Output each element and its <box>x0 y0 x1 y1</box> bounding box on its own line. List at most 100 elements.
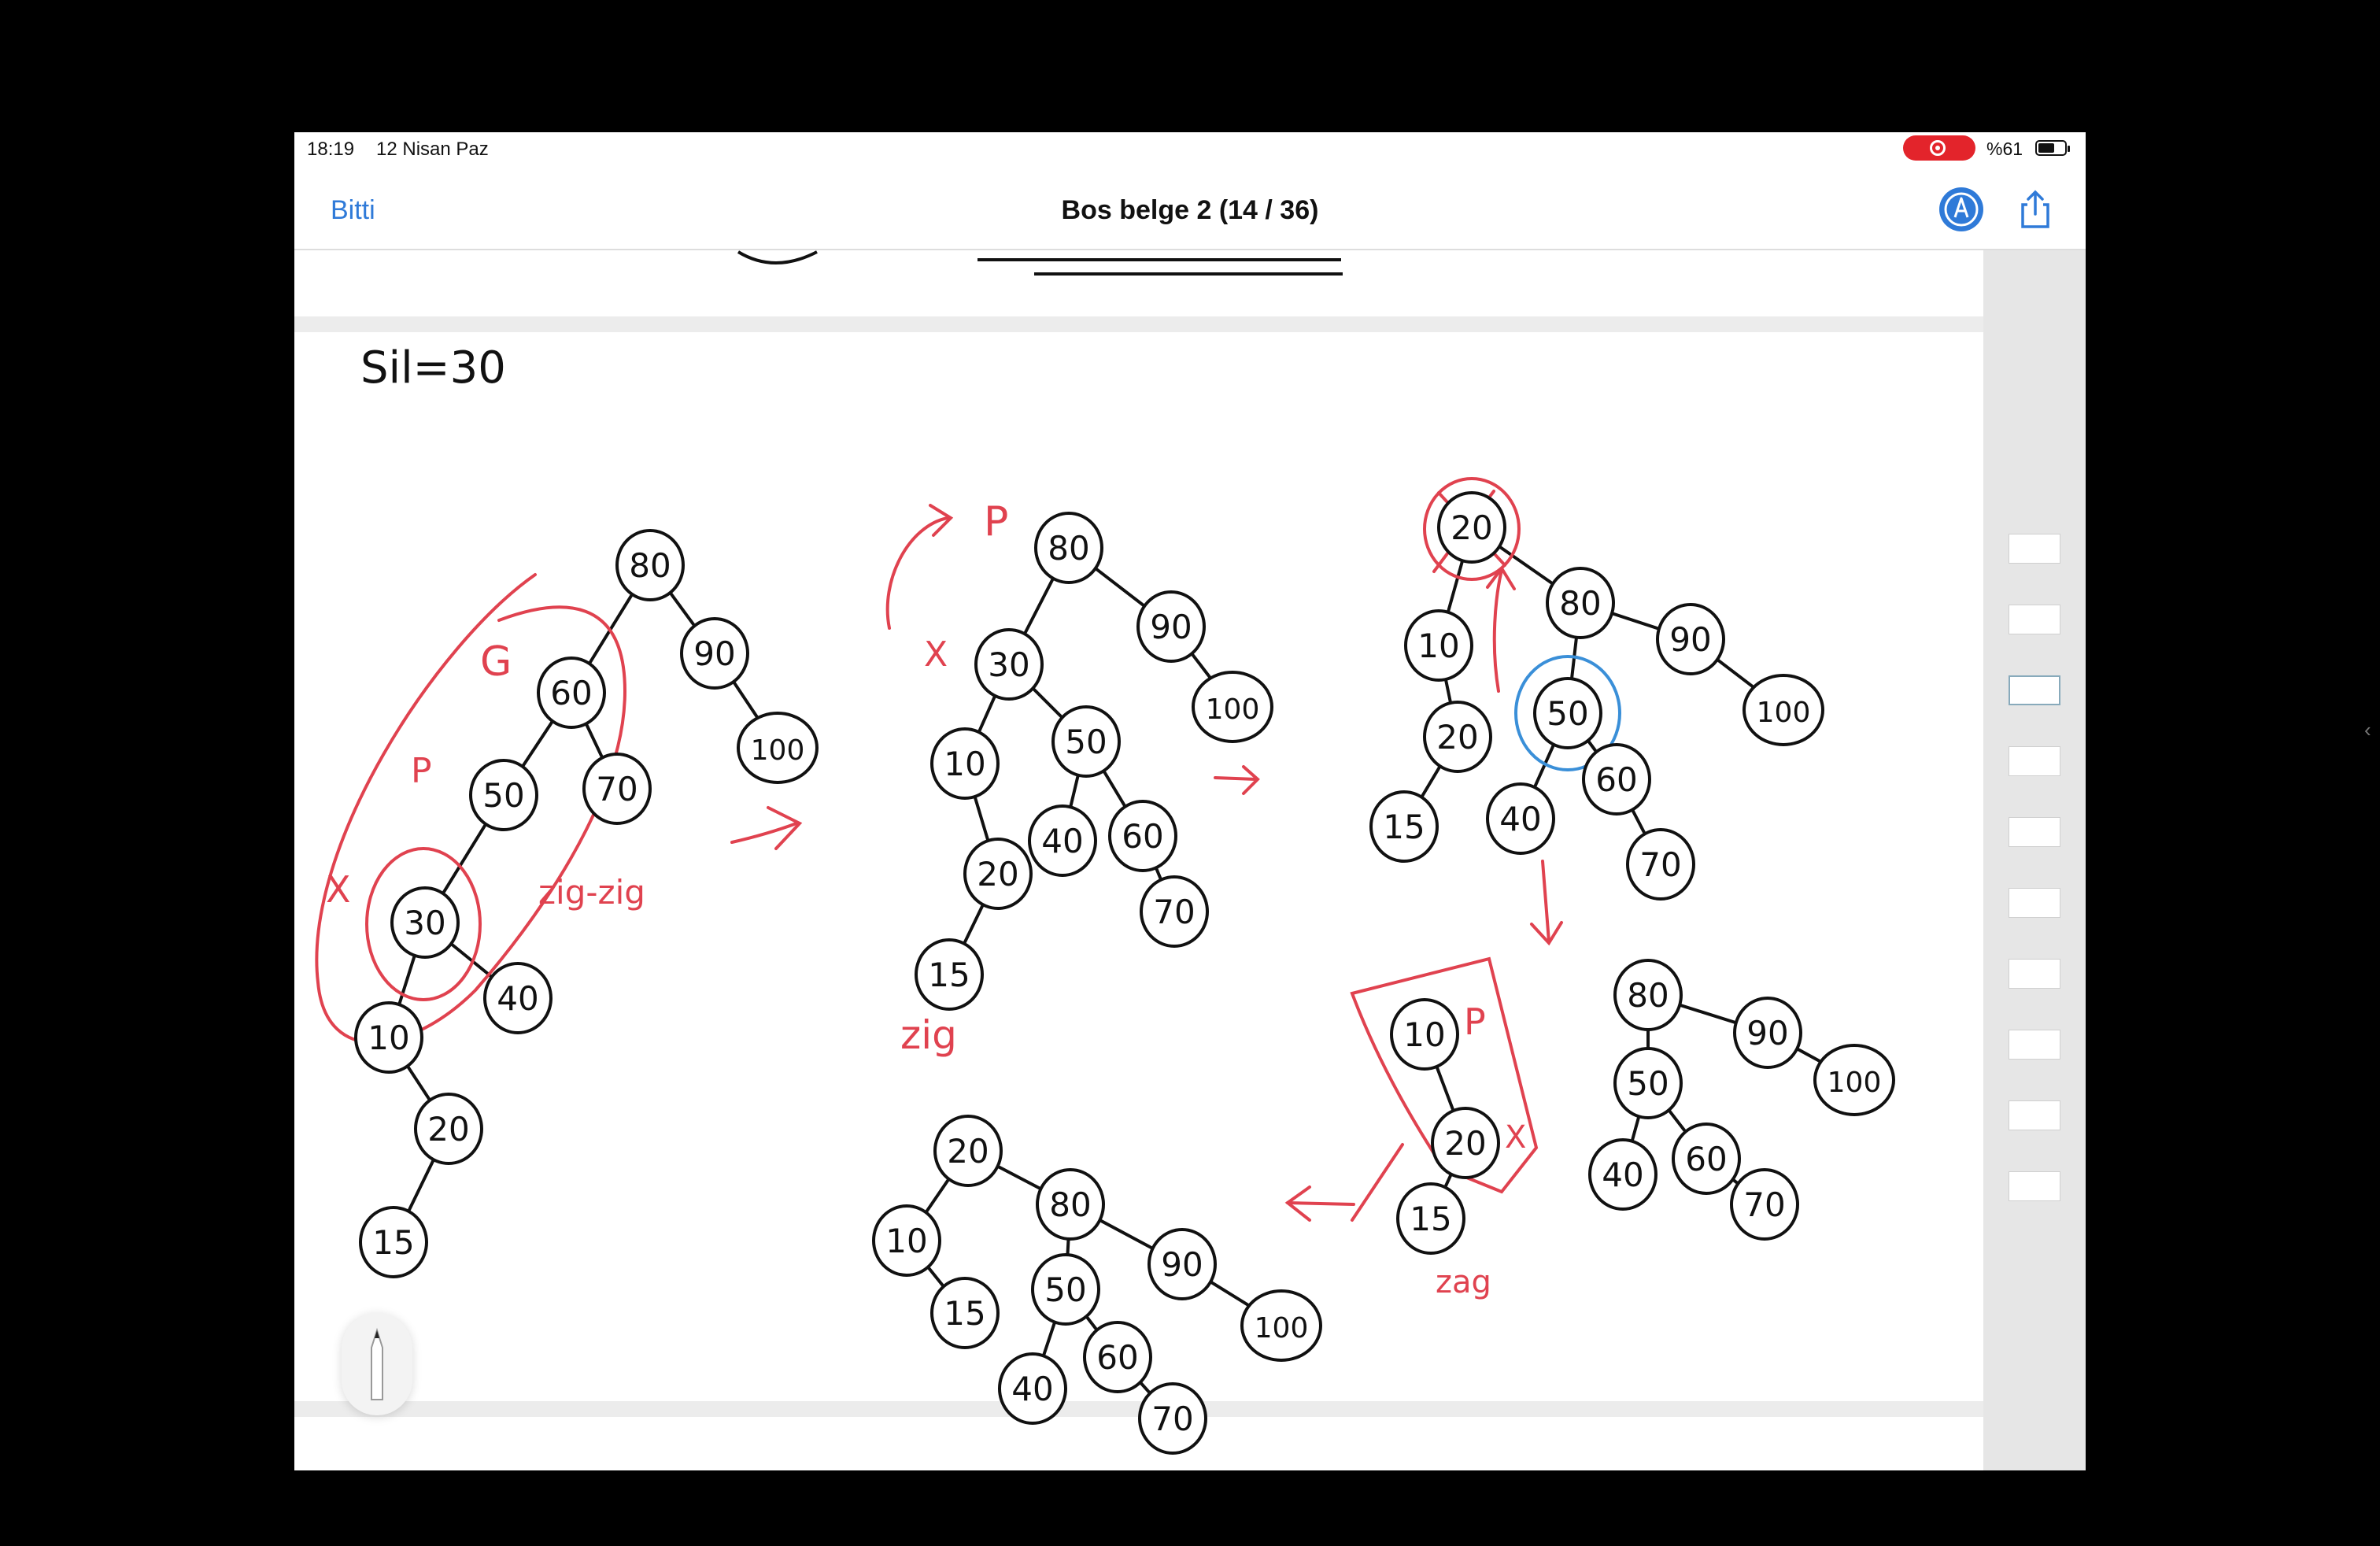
tree-node-value: 90 <box>1150 608 1192 646</box>
status-time: 18:19 <box>307 139 355 160</box>
page-thumbnail[interactable] <box>2009 817 2060 847</box>
tree-node-value: 100 <box>1255 1312 1309 1344</box>
annotation-label: G <box>480 638 512 686</box>
battery-icon <box>2035 140 2070 156</box>
tree-node-value: 10 <box>1417 627 1459 665</box>
ipad-screen: 18:19 12 Nisan Paz %61 Bitti Bos belge 2… <box>294 132 2086 1470</box>
annotation-label: zig-zig <box>538 873 645 912</box>
tree-node-value: 70 <box>1639 845 1681 884</box>
tree-node-value: 90 <box>693 634 735 673</box>
tree-node-value: 50 <box>1044 1270 1086 1309</box>
tree-node-value: 50 <box>1547 694 1588 733</box>
tree-node-value: 70 <box>1151 1400 1193 1438</box>
annotation-label: P <box>1464 1000 1486 1043</box>
document-canvas[interactable]: Sil=30 G P Xzig-zig P Xzig P Xzag 80 60 90 100 50 7… <box>294 250 1983 1470</box>
pencil-tool[interactable] <box>342 1313 412 1415</box>
tree-node-value: 60 <box>1595 760 1637 799</box>
tree-node-value: 60 <box>1685 1140 1727 1178</box>
tree-node-value: 30 <box>404 904 445 942</box>
markup-button[interactable] <box>1939 187 1983 231</box>
annotation-stroke <box>1214 776 1258 781</box>
tree-node-value: 80 <box>1049 1185 1091 1224</box>
tree-node-value: 100 <box>1757 697 1811 729</box>
tree-node-value: 50 <box>1627 1064 1669 1103</box>
tree-node-value: 100 <box>1828 1067 1882 1099</box>
nav-bar: Bitti Bos belge 2 (14 / 36) <box>294 164 2086 250</box>
tree-node-value: 40 <box>497 979 538 1018</box>
tree-node-value: 100 <box>751 734 805 767</box>
tree-node-value: 90 <box>1746 1014 1788 1052</box>
tree-node-value: 80 <box>1627 976 1669 1015</box>
annotation-label: zag <box>1436 1264 1491 1300</box>
record-icon <box>1930 140 1946 156</box>
tree-node-value: 70 <box>1153 893 1195 931</box>
tree-node-value: 70 <box>1743 1185 1785 1224</box>
tree-node-value: 40 <box>1011 1370 1053 1408</box>
tree-node-value: 15 <box>1410 1200 1451 1238</box>
previous-page-ink <box>737 250 818 264</box>
share-icon <box>2021 190 2049 228</box>
annotation-stroke <box>315 573 627 1045</box>
annotation-label: X <box>924 634 948 675</box>
page-thumbnail[interactable] <box>2009 534 2060 564</box>
screen-recording-indicator[interactable] <box>1903 135 1975 161</box>
tree-node-value: 15 <box>1383 808 1425 846</box>
annotation-label: X <box>1505 1119 1526 1156</box>
tree-node-value: 50 <box>1065 723 1107 761</box>
tree-node-value: 40 <box>1602 1156 1643 1194</box>
tree-node-value: 20 <box>947 1132 989 1171</box>
handwritten-notes: Sil=30 G P X zig-zig P Xzig P Xzag 80 60 90 100 50 7… <box>294 250 1983 1455</box>
tree-node-value: 15 <box>372 1223 414 1262</box>
tree-node-value: 20 <box>977 855 1018 893</box>
page-thumbnail[interactable] <box>2009 1100 2060 1130</box>
annotation-label: zig <box>900 1012 957 1058</box>
annotation-label: P <box>411 751 432 791</box>
tree-node-value: 20 <box>1451 509 1492 547</box>
tree-node-value: 10 <box>1403 1015 1445 1054</box>
status-date: 12 Nisan Paz <box>376 139 489 160</box>
share-button[interactable] <box>2012 186 2059 233</box>
tree-node-value: 60 <box>1096 1338 1138 1377</box>
battery-percent: %61 <box>1986 139 2023 159</box>
page-thumbnails-sidebar <box>1983 250 2086 1470</box>
annotation-stroke <box>1351 1143 1404 1222</box>
tree-node-value: 20 <box>1444 1124 1486 1163</box>
pencil-tool-icon <box>371 1327 383 1400</box>
page-thumbnail[interactable] <box>2009 1030 2060 1060</box>
tree-node-value: 50 <box>482 776 524 815</box>
chevron-left-icon[interactable]: ‹ <box>2364 718 2371 742</box>
tree-node-value: 60 <box>550 674 592 712</box>
page-thumbnail[interactable] <box>2009 605 2060 634</box>
annotation-label: X <box>326 868 351 911</box>
tree-node-value: 70 <box>596 770 638 808</box>
page-thumbnail[interactable] <box>2009 1171 2060 1201</box>
annotation-stroke <box>1541 860 1550 943</box>
tree-node-value: 80 <box>1559 584 1601 623</box>
tree-node-value: 15 <box>928 956 970 994</box>
tree-node-value: 10 <box>885 1222 927 1260</box>
tree-node-value: 40 <box>1041 822 1083 860</box>
tree-node-value: 20 <box>427 1110 469 1148</box>
tree-node-value: 90 <box>1161 1245 1203 1284</box>
annotation-stroke <box>1286 1201 1355 1206</box>
page-break <box>294 316 1983 332</box>
annotation-stroke <box>730 822 798 844</box>
annotation-stroke <box>885 516 949 630</box>
tree-node-value: 100 <box>1206 693 1260 726</box>
tree-node-value: 30 <box>988 645 1029 684</box>
document-title: Bos belge 2 (14 / 36) <box>1061 195 1319 225</box>
note-heading: Sil=30 <box>360 342 506 394</box>
tree-node-value: 20 <box>1436 718 1478 756</box>
page-thumbnail[interactable] <box>2009 888 2060 918</box>
battery-level <box>2038 143 2054 153</box>
annotation-label: P <box>984 498 1008 546</box>
tree-node-value: 15 <box>944 1294 985 1333</box>
tree-node-value: 40 <box>1499 800 1541 838</box>
page-thumbnail[interactable] <box>2009 959 2060 989</box>
page-thumbnail[interactable] <box>2009 746 2060 776</box>
tree-node-value: 10 <box>944 745 985 783</box>
tree-node-value: 80 <box>1048 529 1089 568</box>
tree-node-value: 60 <box>1122 817 1163 856</box>
annotation-stroke <box>1492 568 1503 693</box>
page-thumbnail[interactable] <box>2009 675 2060 705</box>
